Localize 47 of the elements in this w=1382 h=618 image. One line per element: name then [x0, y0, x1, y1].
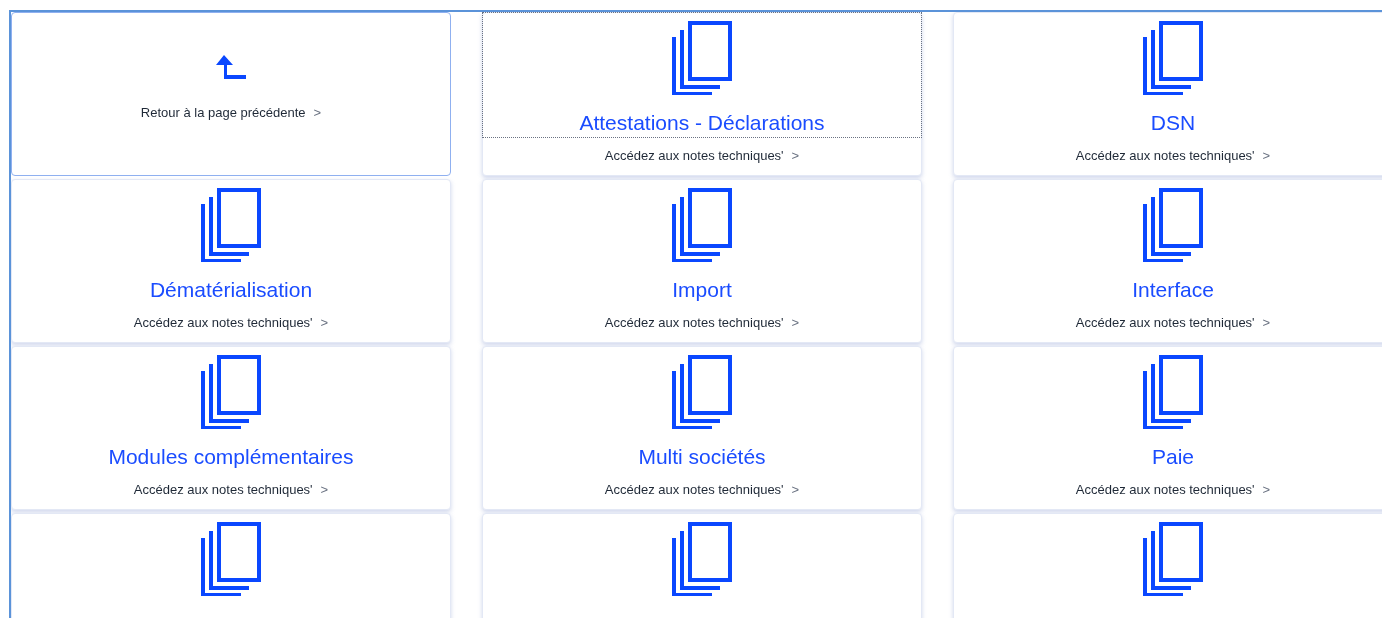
notes-link[interactable]: Accédez aux notes techniques': [604, 313, 784, 333]
category-title: Import: [672, 277, 732, 303]
chevron-icon: >: [791, 480, 800, 500]
category-card[interactable]: Attestations - Déclarations Accédez aux notes techniques' >: [482, 12, 922, 176]
notes-link[interactable]: Accédez aux notes techniques': [1075, 480, 1255, 500]
category-card[interactable]: Multi sociétés Accédez aux notes techniques' >: [482, 346, 922, 510]
category-title: Interface: [1132, 277, 1214, 303]
chevron-icon: >: [1262, 480, 1271, 500]
category-title: Dématérialisation: [149, 277, 313, 303]
category-title: Paie: [1152, 444, 1194, 470]
documents-icon: [201, 355, 261, 429]
notes-link[interactable]: Accédez aux notes techniques': [604, 146, 784, 166]
documents-icon: [1143, 188, 1203, 262]
notes-link[interactable]: Accédez aux notes techniques': [133, 313, 313, 333]
chevron-icon: >: [313, 103, 322, 123]
category-title: Multi sociétés: [638, 444, 766, 470]
documents-icon: [672, 188, 732, 262]
documents-icon: [672, 355, 732, 429]
category-title: Attestations - Déclarations: [579, 110, 825, 136]
chevron-icon: >: [320, 313, 329, 333]
documents-icon: [1143, 21, 1203, 95]
category-card[interactable]: Interface Accédez aux notes techniques' >: [953, 179, 1382, 343]
chevron-icon: >: [1262, 313, 1271, 333]
back-card[interactable]: Retour à la page précédente >: [11, 12, 451, 176]
documents-icon: [201, 188, 261, 262]
category-title: DSN: [1150, 110, 1196, 136]
documents-icon: [672, 522, 732, 596]
back-link-label: Retour à la page précédente: [140, 104, 306, 122]
documents-icon: [1143, 522, 1203, 596]
documents-icon: [672, 21, 732, 95]
chevron-icon: >: [1262, 146, 1271, 166]
notes-link[interactable]: Accédez aux notes techniques': [1075, 313, 1255, 333]
chevron-icon: >: [320, 480, 329, 500]
chevron-icon: >: [791, 313, 800, 333]
documents-icon: [201, 522, 261, 596]
return-arrow-icon: [214, 53, 248, 81]
category-card[interactable]: DSN Accédez aux notes techniques' >: [953, 12, 1382, 176]
chevron-icon: >: [791, 146, 800, 166]
category-title: Modules complémentaires: [108, 444, 354, 470]
category-card[interactable]: Import Accédez aux notes techniques' >: [482, 179, 922, 343]
notes-link[interactable]: Accédez aux notes techniques': [1075, 146, 1255, 166]
notes-link[interactable]: Accédez aux notes techniques': [604, 480, 784, 500]
notes-link[interactable]: Accédez aux notes techniques': [133, 480, 313, 500]
category-card[interactable]: Dématérialisation Accédez aux notes techniques' >: [11, 179, 451, 343]
category-card[interactable]: Modules complémentaires Accédez aux notes techniques' >: [11, 346, 451, 510]
documents-icon: [1143, 355, 1203, 429]
category-card[interactable]: Paie Accédez aux notes techniques' >: [953, 346, 1382, 510]
